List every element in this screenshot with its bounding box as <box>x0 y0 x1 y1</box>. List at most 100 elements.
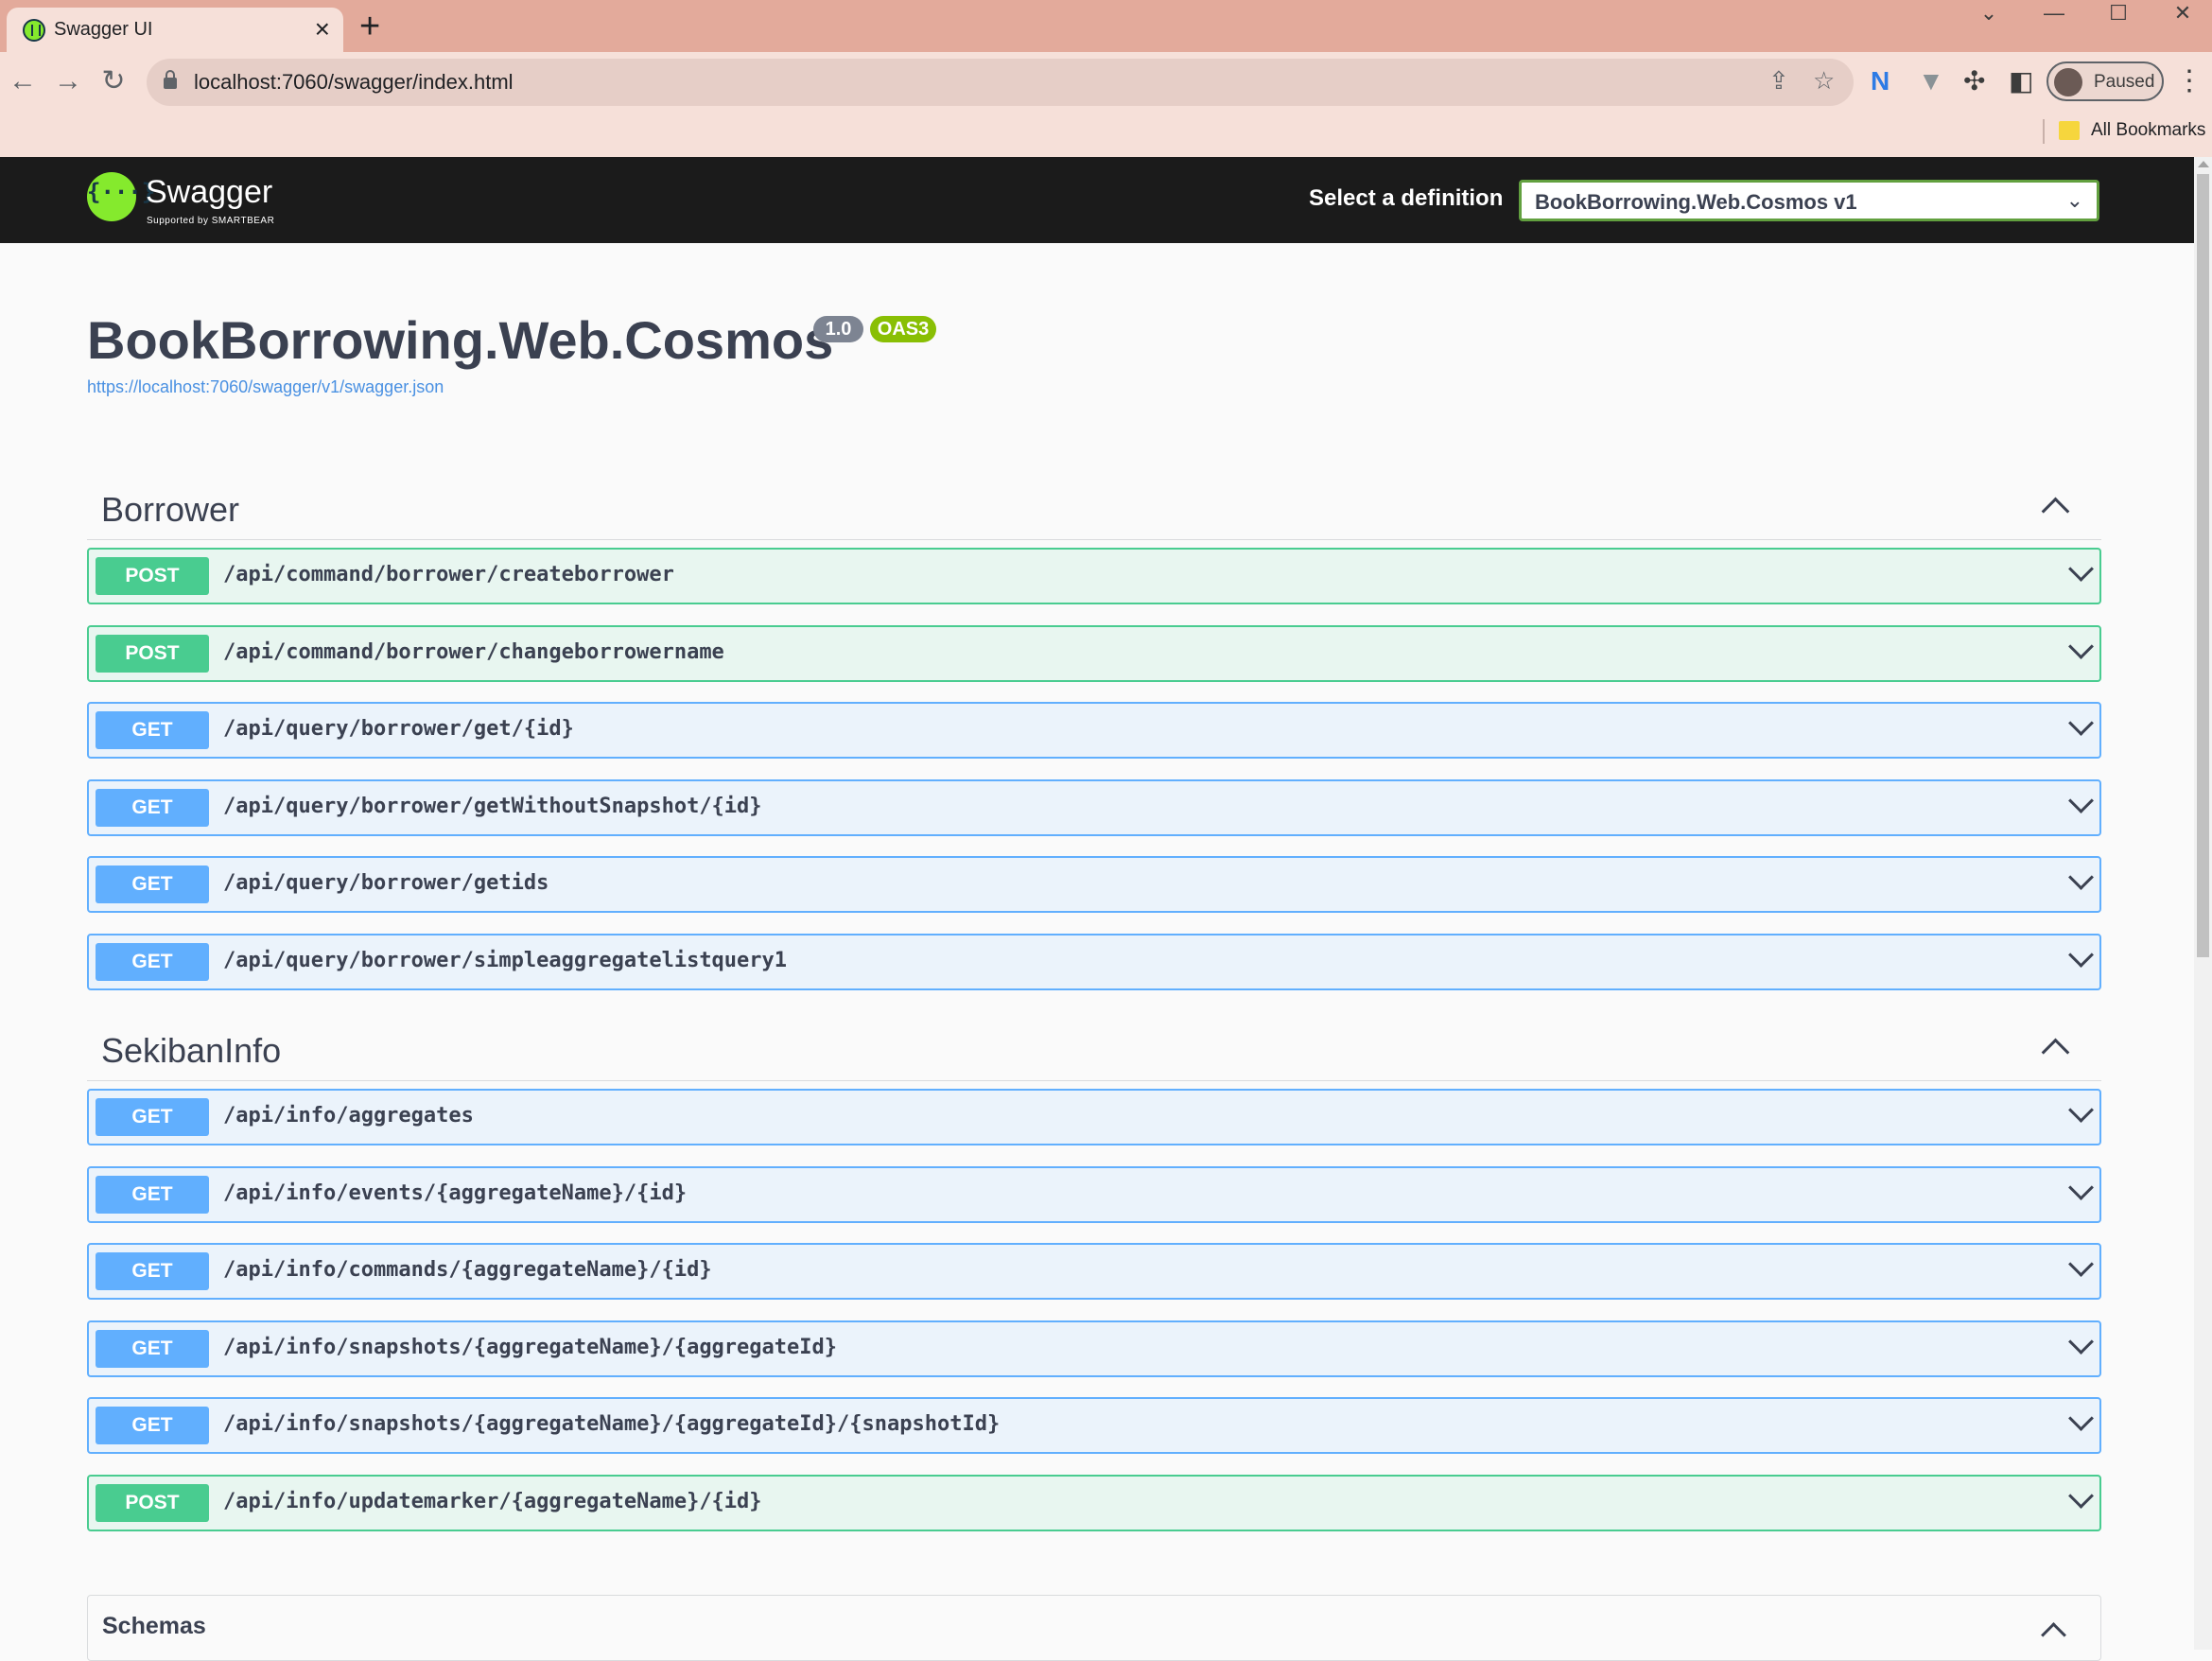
side-panel-icon[interactable]: ◧ <box>2009 64 2033 98</box>
avatar <box>2054 68 2082 96</box>
schemas-section[interactable]: Schemas <box>87 1595 2101 1661</box>
browser-chrome: Swagger UI × + ⌄ — ☐ ✕ ← → ↻ localhost:7… <box>0 0 2212 157</box>
tab-title: Swagger UI <box>54 19 153 40</box>
method-badge: GET <box>96 711 209 749</box>
forward-icon[interactable]: → <box>49 62 87 100</box>
close-tab-icon[interactable]: × <box>315 13 330 45</box>
chevron-down-icon[interactable] <box>2069 1413 2090 1434</box>
operation-row[interactable]: GET /api/query/borrower/simpleaggregatel… <box>87 934 2101 990</box>
all-bookmarks-link[interactable]: All Bookmarks <box>2091 120 2205 141</box>
method-badge: GET <box>96 865 209 903</box>
reload-icon[interactable]: ↻ <box>95 62 132 100</box>
operation-path: /api/info/aggregates <box>223 1104 474 1128</box>
tag-header-sekibaninfo[interactable]: SekibanInfo <box>87 1022 2101 1081</box>
operation-row[interactable]: GET /api/info/snapshots/{aggregateName}/… <box>87 1320 2101 1377</box>
operation-row[interactable]: POST /api/command/borrower/changeborrowe… <box>87 625 2101 682</box>
chevron-down-icon[interactable] <box>2069 1491 2090 1512</box>
chevron-down-icon[interactable] <box>2069 718 2090 739</box>
scrollbar-thumb[interactable] <box>2197 174 2209 957</box>
operation-path: /api/info/updatemarker/{aggregateName}/{… <box>223 1490 762 1513</box>
swagger-logo-icon[interactable]: {···} <box>87 172 156 221</box>
chevron-down-icon[interactable] <box>2069 1105 2090 1126</box>
tab-strip: Swagger UI × + ⌄ — ☐ ✕ <box>0 0 2212 52</box>
select-definition-label: Select a definition <box>1309 185 1504 211</box>
method-badge: GET <box>96 943 209 981</box>
operation-path: /api/query/borrower/simpleaggregatelistq… <box>223 949 788 972</box>
close-window-icon[interactable]: ✕ <box>2154 0 2211 26</box>
operation-row[interactable]: GET /api/info/snapshots/{aggregateName}/… <box>87 1397 2101 1454</box>
tag-header-borrower[interactable]: Borrower <box>87 481 2101 540</box>
method-badge: GET <box>96 1098 209 1136</box>
tag-name: Borrower <box>101 490 240 529</box>
chevron-down-icon: ⌄ <box>2065 188 2083 212</box>
operation-row[interactable]: POST /api/info/updatemarker/{aggregateNa… <box>87 1475 2101 1531</box>
operation-path: /api/info/events/{aggregateName}/{id} <box>223 1181 688 1205</box>
method-badge: GET <box>96 1176 209 1214</box>
tag-name: SekibanInfo <box>101 1031 282 1070</box>
back-icon[interactable]: ← <box>4 62 42 100</box>
extension-v-icon[interactable]: ▼ <box>1918 64 1944 98</box>
operation-row[interactable]: GET /api/info/commands/{aggregateName}/{… <box>87 1243 2101 1300</box>
operation-row[interactable]: GET /api/query/borrower/getWithoutSnapsh… <box>87 779 2101 836</box>
chevron-down-icon[interactable] <box>2069 1337 2090 1357</box>
address-bar[interactable]: localhost:7060/swagger/index.html ⇪ ☆ <box>147 59 1854 106</box>
oas-badge: OAS3 <box>870 316 936 342</box>
folder-icon <box>2059 121 2080 140</box>
minimize-icon[interactable]: — <box>2026 0 2082 26</box>
method-badge: GET <box>96 789 209 827</box>
chevron-down-icon[interactable] <box>2069 564 2090 585</box>
chevron-down-icon[interactable] <box>2069 950 2090 970</box>
operation-path: /api/info/commands/{aggregateName}/{id} <box>223 1258 712 1282</box>
profile-status: Paused <box>2094 72 2155 92</box>
method-badge: POST <box>96 1484 209 1522</box>
chevron-down-icon[interactable] <box>2069 641 2090 662</box>
operation-row[interactable]: GET /api/info/aggregates <box>87 1089 2101 1145</box>
chevron-down-icon[interactable] <box>2069 1259 2090 1280</box>
method-badge: POST <box>96 635 209 673</box>
extensions-puzzle-icon[interactable]: ✣ <box>1963 64 1985 98</box>
swagger-topbar: {···} Swagger Supported by SMARTBEAR Sel… <box>0 157 2194 243</box>
schemas-title: Schemas <box>102 1613 206 1639</box>
maximize-icon[interactable]: ☐ <box>2090 0 2147 26</box>
operation-path: /api/info/snapshots/{aggregateName}/{agg… <box>223 1412 1001 1436</box>
browser-tab[interactable]: Swagger UI × <box>7 8 343 52</box>
extension-n-icon[interactable]: N <box>1871 64 1890 98</box>
operation-path: /api/info/snapshots/{aggregateName}/{agg… <box>223 1336 838 1359</box>
url-text[interactable]: localhost:7060/swagger/index.html <box>194 70 514 95</box>
share-icon[interactable]: ⇪ <box>1768 66 1789 96</box>
browser-menu-icon[interactable]: ⋮ <box>2175 62 2203 100</box>
method-badge: GET <box>96 1252 209 1290</box>
swagger-favicon-icon <box>23 19 45 42</box>
method-badge: GET <box>96 1330 209 1368</box>
chevron-down-icon[interactable] <box>2069 1182 2090 1203</box>
scroll-up-icon[interactable] <box>2198 161 2209 167</box>
operation-row[interactable]: GET /api/info/events/{aggregateName}/{id… <box>87 1166 2101 1223</box>
definition-select[interactable]: BookBorrowing.Web.Cosmos v1 ⌄ <box>1519 180 2099 221</box>
chevron-down-icon[interactable] <box>2069 796 2090 816</box>
braces-icon: {···} <box>87 179 156 205</box>
method-badge: GET <box>96 1407 209 1444</box>
chevron-up-icon[interactable] <box>2043 1033 2064 1054</box>
lock-icon <box>164 70 177 89</box>
chevron-up-icon[interactable] <box>2043 492 2064 513</box>
chevron-down-icon[interactable] <box>2069 872 2090 893</box>
definition-value: BookBorrowing.Web.Cosmos v1 <box>1535 190 1857 214</box>
operation-row[interactable]: GET /api/query/borrower/getids <box>87 856 2101 913</box>
tab-search-icon[interactable]: ⌄ <box>1960 0 2017 26</box>
version-badge: 1.0 <box>813 316 863 342</box>
method-badge: POST <box>96 557 209 595</box>
operation-path: /api/query/borrower/getWithoutSnapshot/{… <box>223 795 762 818</box>
profile-button[interactable]: Paused <box>2047 61 2164 101</box>
logo-subtext: Supported by SMARTBEAR <box>147 216 275 226</box>
scrollbar[interactable] <box>2194 157 2212 1650</box>
operation-row[interactable]: GET /api/query/borrower/get/{id} <box>87 702 2101 759</box>
api-title: BookBorrowing.Web.Cosmos <box>87 310 834 370</box>
new-tab-icon[interactable]: + <box>359 8 380 45</box>
bookmark-star-icon[interactable]: ☆ <box>1813 66 1835 96</box>
operation-path: /api/command/borrower/changeborrowername <box>223 640 724 664</box>
swagger-json-link[interactable]: https://localhost:7060/swagger/v1/swagge… <box>87 377 444 397</box>
logo-text: Swagger <box>146 174 273 210</box>
operation-row[interactable]: POST /api/command/borrower/createborrowe… <box>87 548 2101 604</box>
chevron-up-icon[interactable] <box>2042 1620 2063 1641</box>
operation-path: /api/query/borrower/getids <box>223 871 549 895</box>
